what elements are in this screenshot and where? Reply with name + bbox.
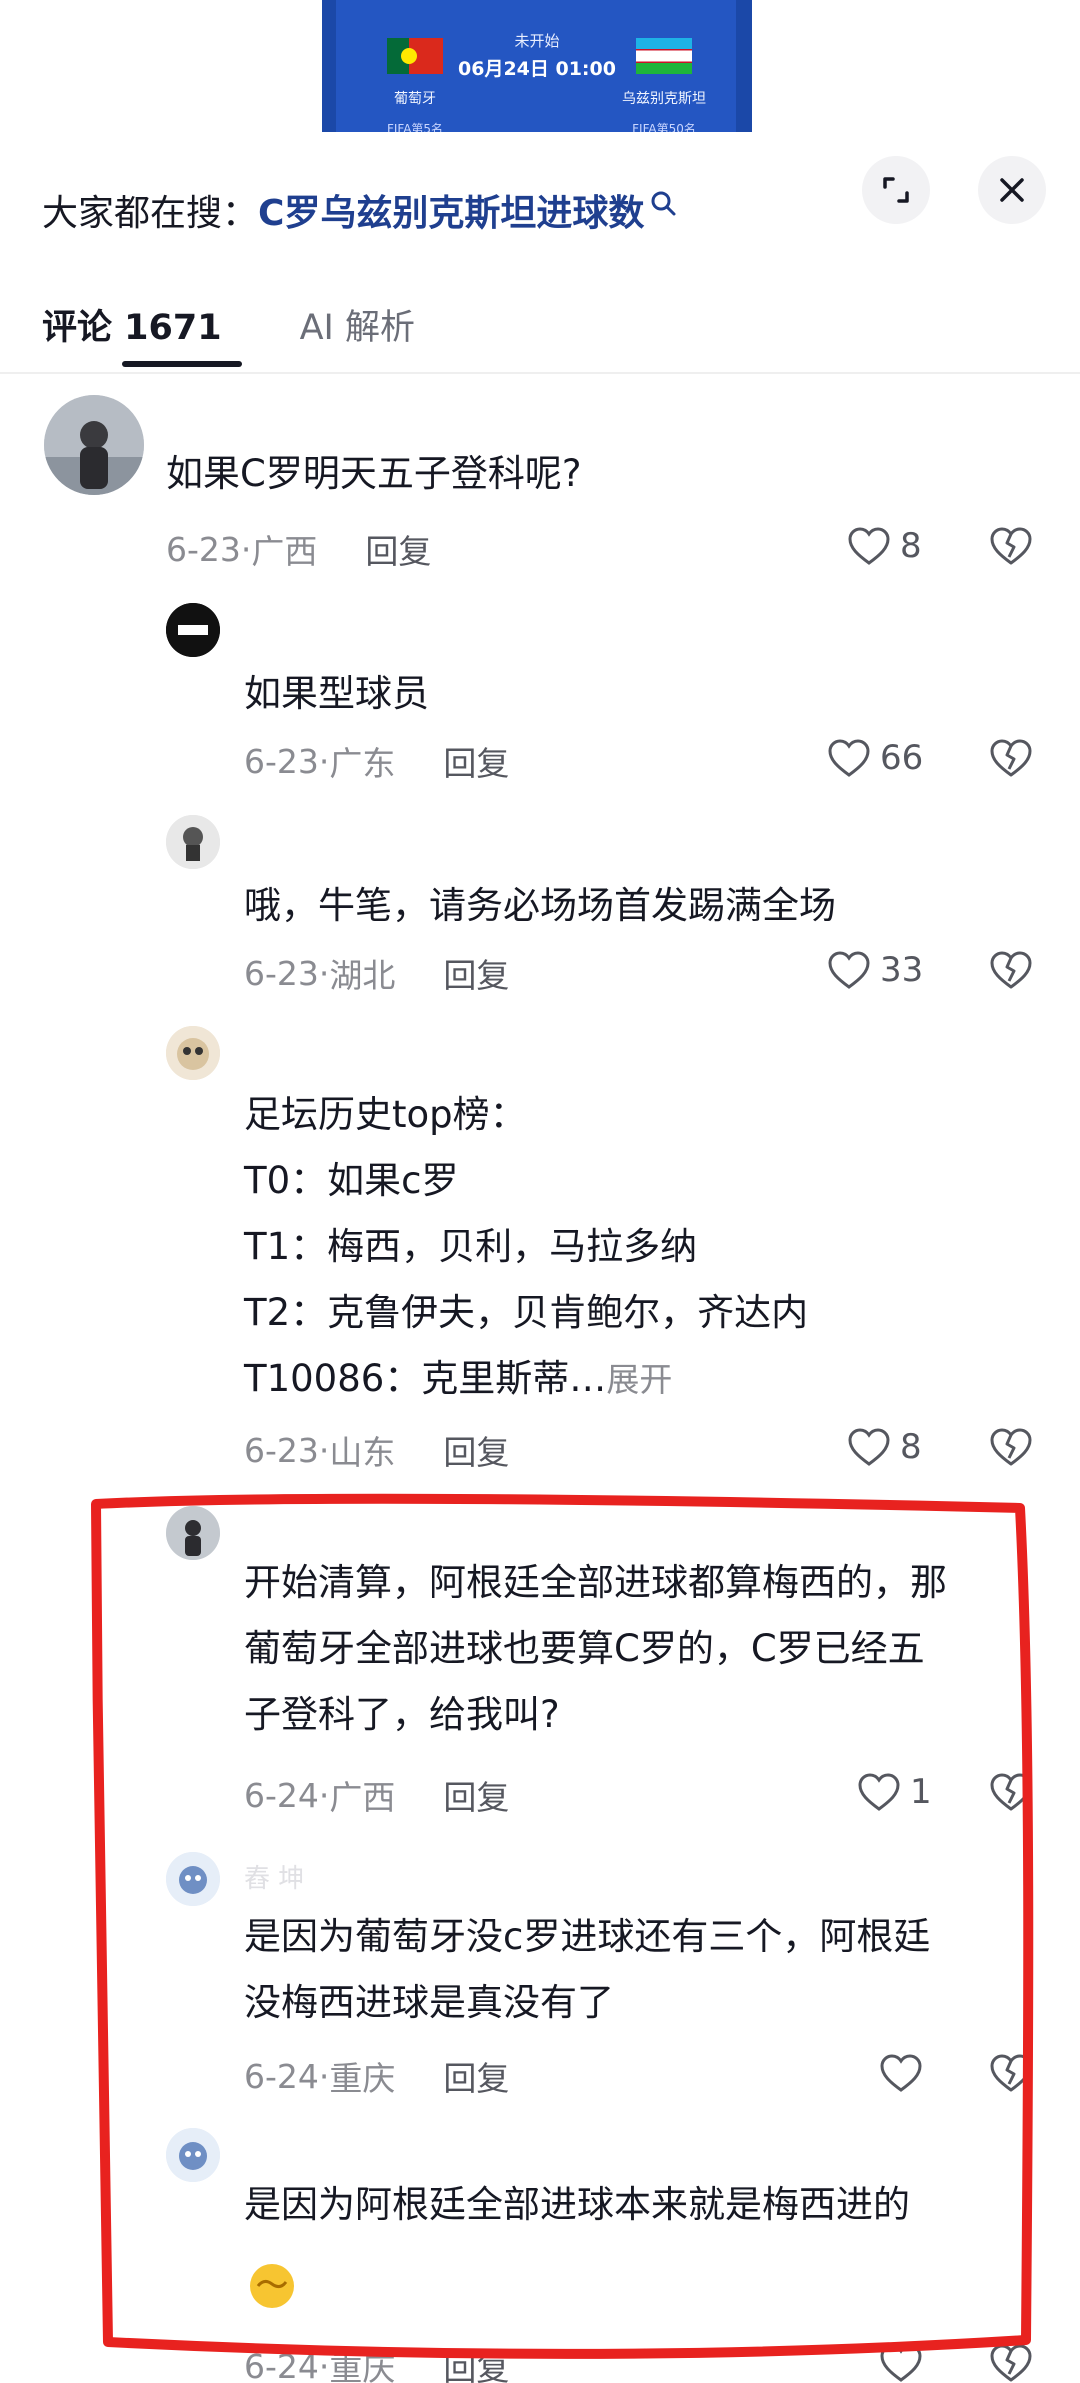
comment-location: 广东: [329, 744, 396, 783]
broken-heart-icon[interactable]: [988, 737, 1034, 779]
like-count: 8: [900, 1427, 922, 1467]
expand-icon: [883, 177, 909, 203]
comment-location: 山东: [329, 1433, 396, 1472]
tab-comments-label: 评论 1671: [42, 307, 222, 348]
avatar-photo-icon: [44, 395, 144, 495]
like-button[interactable]: 33: [826, 949, 923, 991]
comment-location: 广西: [251, 532, 318, 571]
reply-item: 足坛历史top榜： T0：如果c罗 T1：梅西，贝利，马拉多纳 T2：克鲁伊夫，…: [0, 1026, 1080, 1486]
search-term-link[interactable]: C罗乌兹别克斯坦进球数: [258, 184, 644, 236]
expand-button[interactable]: [862, 156, 930, 224]
reply-item: 如果型球员 6-23 · 广东 回复 66: [0, 603, 1080, 793]
comment-date: 6-23: [244, 741, 319, 781]
like-count: 8: [900, 526, 922, 566]
heart-icon: [848, 527, 890, 565]
team-right-name: 乌兹别克斯坦: [622, 91, 706, 107]
broken-heart-icon[interactable]: [988, 525, 1034, 567]
comment-line: T0：如果c罗: [244, 1159, 459, 1202]
team-left-name: 葡萄牙: [394, 91, 436, 107]
heart-icon: [828, 951, 870, 989]
search-prefix: 大家都在搜：: [42, 193, 259, 234]
comment-date: 6-23: [244, 1430, 319, 1470]
heart-icon: [828, 739, 870, 777]
match-status: 未开始: [514, 32, 560, 50]
close-icon: [1000, 178, 1024, 202]
comment-text: 哦，牛笔，请务必场场首发踢满全场: [244, 884, 836, 927]
broken-heart-icon[interactable]: [988, 949, 1034, 991]
comment-line-text: T10086：克里斯蒂…: [244, 1357, 607, 1400]
match-banner-area: 未开始 06月24日 01:00 葡萄牙 乌兹别克斯坦 FIFA第5名 FIFA…: [0, 0, 1080, 150]
expand-link[interactable]: 展开: [606, 1360, 672, 1399]
tab-ai-analysis[interactable]: AI 解析: [300, 299, 415, 350]
comment-meta: 6-23 · 广西 回复: [166, 525, 431, 573]
reply-button[interactable]: 回复: [443, 949, 509, 997]
comment-text: 如果C罗明天五子登科呢?: [166, 452, 582, 495]
like-button[interactable]: 8: [846, 525, 922, 567]
tab-comments[interactable]: 评论 1671: [42, 299, 242, 367]
heart-icon: [848, 1428, 890, 1466]
divider: [0, 372, 1080, 374]
avatar-figure-icon: [166, 815, 220, 869]
comment-date: 6-23: [244, 953, 319, 993]
comment-text: 如果型球员: [244, 672, 429, 715]
like-count: 33: [880, 950, 924, 990]
avatar[interactable]: [166, 603, 220, 657]
search-icon: [651, 191, 676, 216]
reply-button[interactable]: 回复: [443, 737, 509, 785]
match-banner[interactable]: 未开始 06月24日 01:00 葡萄牙 乌兹别克斯坦 FIFA第5名 FIFA…: [322, 0, 752, 150]
like-button[interactable]: 66: [826, 737, 923, 779]
tab-bar: 评论 1671 AI 解析: [42, 294, 415, 367]
avatar-logo-icon: [166, 603, 220, 657]
comment-item: 如果C罗明天五子登科呢? 6-23 · 广西 回复 8: [0, 395, 1080, 580]
like-button[interactable]: 8: [846, 1426, 922, 1468]
comment-line: 足坛历史top榜：: [244, 1093, 527, 1136]
avatar[interactable]: [166, 815, 220, 869]
close-button[interactable]: [978, 156, 1046, 224]
reply-button[interactable]: 回复: [443, 1426, 509, 1474]
avatar-owl-icon: [166, 1026, 220, 1080]
comment-text: 足坛历史top榜： T0：如果c罗 T1：梅西，贝利，马拉多纳 T2：克鲁伊夫，…: [244, 1082, 1080, 1413]
reply-item: 哦，牛笔，请务必场场首发踢满全场 6-23 · 湖北 回复 33: [0, 815, 1080, 1005]
avatar[interactable]: [44, 395, 144, 495]
reply-button[interactable]: 回复: [365, 525, 431, 573]
comment-meta: 6-23 · 广东 回复: [244, 737, 509, 785]
comment-line: T2：克鲁伊夫，贝肯鲍尔，齐达内: [244, 1291, 809, 1334]
comment-meta: 6-23 · 山东 回复: [244, 1426, 509, 1474]
comment-date: 6-23: [166, 529, 241, 569]
comment-meta: 6-23 · 湖北 回复: [244, 949, 509, 997]
broken-heart-icon[interactable]: [988, 1426, 1034, 1468]
tab-active-underline: [122, 360, 242, 367]
red-highlight-outline: [91, 1493, 1034, 2359]
like-count: 66: [880, 738, 924, 778]
match-time: 06月24日 01:00: [458, 58, 616, 80]
comment-line: T10086：克里斯蒂…展开: [244, 1346, 1080, 1413]
search-suggestion[interactable]: 大家都在搜： C罗乌兹别克斯坦进球数: [42, 180, 678, 240]
avatar[interactable]: [166, 1026, 220, 1080]
comment-location: 湖北: [329, 956, 396, 995]
comment-line: T1：梅西，贝利，马拉多纳: [244, 1225, 698, 1268]
